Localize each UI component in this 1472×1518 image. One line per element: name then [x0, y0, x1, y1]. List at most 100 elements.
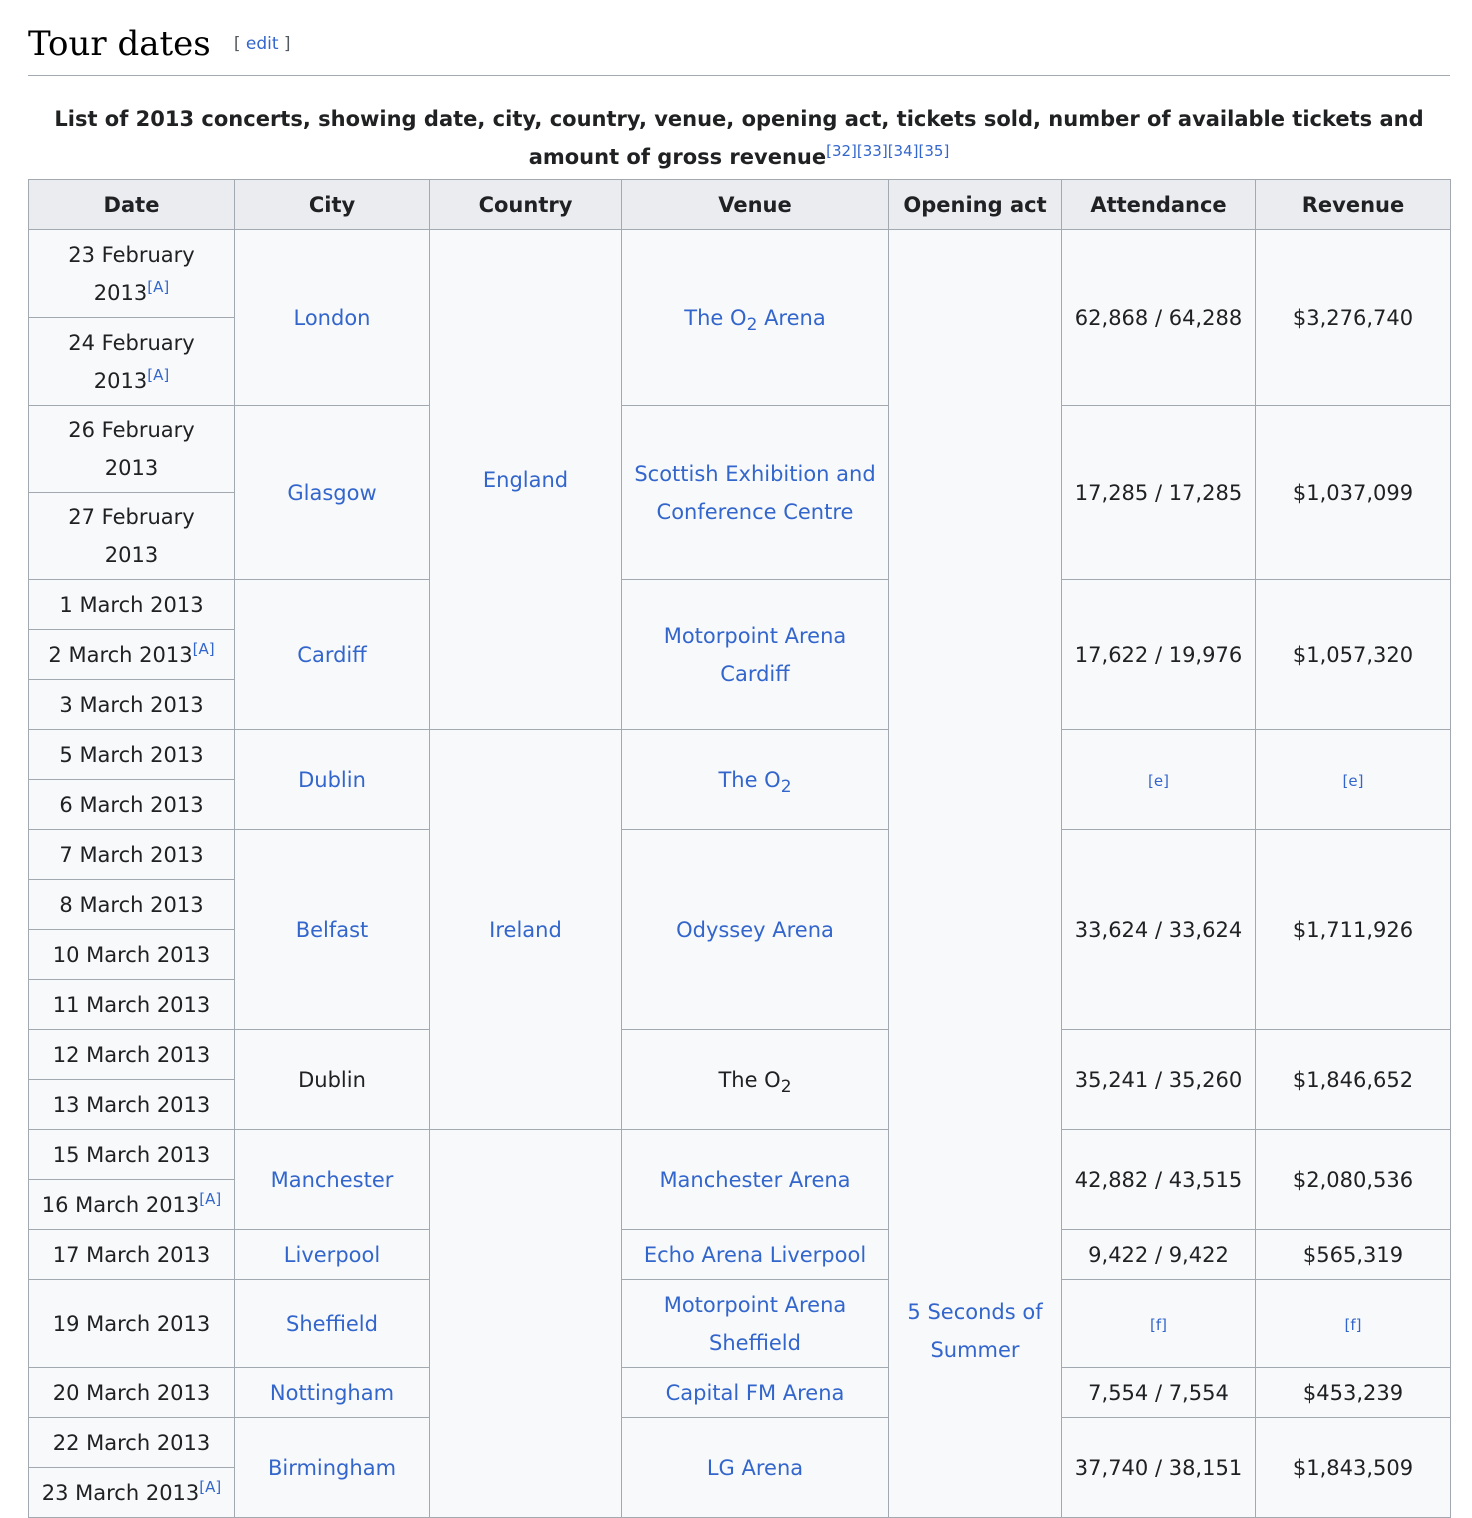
ref-a[interactable]: [A]: [147, 366, 169, 384]
header-revenue[interactable]: Revenue: [1255, 179, 1451, 230]
city-link[interactable]: Liverpool: [284, 1243, 380, 1267]
ref-a[interactable]: [A]: [199, 1478, 221, 1496]
header-opening-act[interactable]: Opening act: [888, 179, 1062, 230]
venue-cell: The O2: [621, 729, 889, 830]
date-cell: 20 March 2013: [28, 1367, 235, 1418]
attendance-cell: [f]: [1061, 1279, 1256, 1368]
table-row: 20 March 2013 Nottingham Capital FM Aren…: [28, 1367, 1451, 1418]
ref-33[interactable]: [33]: [857, 142, 888, 160]
date-cell: 24 February 2013[A]: [28, 317, 235, 406]
revenue-cell: [e]: [1255, 729, 1451, 830]
note-e-link[interactable]: [e]: [1148, 772, 1169, 790]
city-cell: Glasgow: [234, 405, 430, 580]
note-e-link[interactable]: [e]: [1343, 772, 1364, 790]
venue-link[interactable]: Manchester Arena: [659, 1168, 850, 1192]
header-city[interactable]: City: [234, 179, 430, 230]
city-cell: Belfast: [234, 829, 430, 1030]
table-row: 7 March 2013 Belfast Odyssey Arena 33,62…: [28, 829, 1451, 1030]
edit-section: [ edit ]: [233, 34, 291, 54]
city-cell: Nottingham: [234, 1367, 430, 1418]
venue-link[interactable]: Motorpoint Arena Cardiff: [664, 624, 847, 686]
edit-link[interactable]: edit: [246, 34, 279, 54]
country-link[interactable]: Ireland: [489, 918, 562, 942]
table-caption: List of 2013 concerts, showing date, cit…: [54, 107, 1424, 169]
header-country[interactable]: Country: [429, 179, 622, 230]
tour-dates-table: Date City Country Venue Opening act Atte…: [28, 179, 1451, 1518]
opening-act-link[interactable]: 5 Seconds of Summer: [907, 1300, 1042, 1362]
country-cell: England: [429, 229, 622, 730]
city-link[interactable]: Nottingham: [270, 1381, 394, 1405]
date-cell: 16 March 2013[A]: [28, 1179, 235, 1230]
revenue-cell: $1,037,099: [1255, 405, 1451, 580]
city-link[interactable]: Glasgow: [287, 481, 376, 505]
venue-cell: Odyssey Arena: [621, 829, 889, 1030]
city-link[interactable]: Manchester: [271, 1168, 394, 1192]
venue-link[interactable]: The O2: [718, 768, 791, 796]
ref-32[interactable]: [32]: [826, 142, 857, 160]
venue-cell: The O2: [621, 1029, 889, 1130]
city-link[interactable]: Dublin: [298, 768, 366, 792]
table-row: 22 March 2013 Birmingham LG Arena 37,740…: [28, 1417, 1451, 1518]
venue-link[interactable]: LG Arena: [707, 1456, 803, 1480]
country-link[interactable]: England: [483, 468, 568, 492]
city-link[interactable]: Birmingham: [268, 1456, 396, 1480]
city-cell: Liverpool: [234, 1229, 430, 1280]
city-cell: Sheffield: [234, 1279, 430, 1368]
date-cell: 23 March 2013[A]: [28, 1467, 235, 1518]
date-cell: 1 March 2013: [28, 579, 235, 630]
venue-cell: Echo Arena Liverpool: [621, 1229, 889, 1280]
ref-a[interactable]: [A]: [147, 278, 169, 296]
table-row: 19 March 2013 Sheffield Motorpoint Arena…: [28, 1279, 1451, 1368]
country-cell: Ireland: [429, 729, 622, 1130]
venue-link[interactable]: Capital FM Arena: [666, 1381, 845, 1405]
city-cell: Dublin: [234, 1029, 430, 1130]
date-cell: 19 March 2013: [28, 1279, 235, 1368]
attendance-cell: 7,554 / 7,554: [1061, 1367, 1256, 1418]
header-attendance[interactable]: Attendance: [1061, 179, 1256, 230]
note-f-link[interactable]: [f]: [1150, 1316, 1167, 1334]
city-link[interactable]: Cardiff: [297, 643, 366, 667]
header-date[interactable]: Date: [28, 179, 235, 230]
revenue-cell: [f]: [1255, 1279, 1451, 1368]
venue-link[interactable]: Scottish Exhibition and Conference Centr…: [634, 462, 875, 524]
date-cell: 23 February 2013[A]: [28, 229, 235, 318]
attendance-cell: 9,422 / 9,422: [1061, 1229, 1256, 1280]
ref-a[interactable]: [A]: [193, 640, 215, 658]
venue-cell: Capital FM Arena: [621, 1367, 889, 1418]
venue-cell: The O2 Arena: [621, 229, 889, 406]
note-f-link[interactable]: [f]: [1345, 1316, 1362, 1334]
venue-cell: LG Arena: [621, 1417, 889, 1518]
city-link[interactable]: London: [294, 306, 371, 330]
venue-link[interactable]: The O2 Arena: [684, 306, 825, 334]
venue-link[interactable]: Odyssey Arena: [676, 918, 834, 942]
ref-34[interactable]: [34]: [888, 142, 919, 160]
city-link[interactable]: Sheffield: [286, 1312, 378, 1336]
date-cell: 22 March 2013: [28, 1417, 235, 1468]
venue-cell: Manchester Arena: [621, 1129, 889, 1230]
venue-cell: Motorpoint Arena Cardiff: [621, 579, 889, 730]
ref-35[interactable]: [35]: [919, 142, 950, 160]
venue-link[interactable]: Echo Arena Liverpool: [644, 1243, 866, 1267]
date-cell: 2 March 2013[A]: [28, 629, 235, 680]
attendance-cell: 35,241 / 35,260: [1061, 1029, 1256, 1130]
city-cell: London: [234, 229, 430, 406]
venue-link[interactable]: Motorpoint Arena Sheffield: [664, 1293, 847, 1355]
opening-act-cell: 5 Seconds of Summer: [888, 229, 1062, 1518]
city-cell: Birmingham: [234, 1417, 430, 1518]
city-cell: Dublin: [234, 729, 430, 830]
attendance-cell: 62,868 / 64,288: [1061, 229, 1256, 406]
country-cell: [429, 1129, 622, 1518]
city-link[interactable]: Belfast: [296, 918, 369, 942]
table-row: 1 March 2013 Cardiff Motorpoint Arena Ca…: [28, 579, 1451, 730]
ref-a[interactable]: [A]: [199, 1190, 221, 1208]
attendance-cell: 17,622 / 19,976: [1061, 579, 1256, 730]
revenue-cell: $1,057,320: [1255, 579, 1451, 730]
table-row: 5 March 2013 Dublin Ireland The O2 [e] […: [28, 729, 1451, 1130]
table-row: 23 February 2013[A] London England The O…: [28, 229, 1451, 1518]
attendance-cell: 33,624 / 33,624: [1061, 829, 1256, 1030]
revenue-cell: $1,843,509: [1255, 1417, 1451, 1518]
date-cell: 17 March 2013: [28, 1229, 235, 1280]
date-cell: 5 March 2013: [28, 729, 235, 780]
header-venue[interactable]: Venue: [621, 179, 889, 230]
header-row: Date City Country Venue Opening act Atte…: [28, 179, 1451, 230]
